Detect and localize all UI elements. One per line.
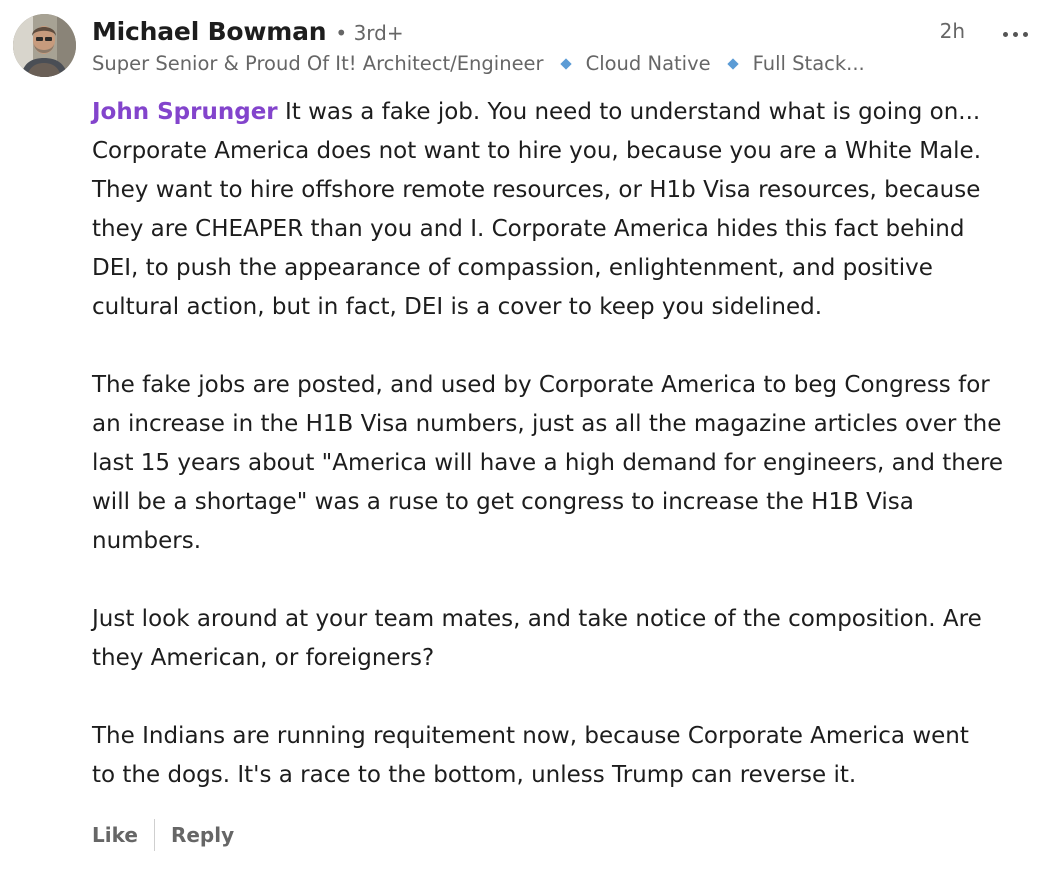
comment-line: last 15 years about "America will have a… (92, 450, 1004, 476)
comment-actions: Like Reply (92, 818, 234, 852)
comment-line: cultural action, but in fact, DEI is a c… (92, 294, 823, 320)
more-options-button[interactable] (991, 17, 1039, 51)
ellipsis-dot (1022, 31, 1028, 37)
comment-paragraph: Just look around at your team mates, and… (92, 600, 1042, 678)
comment-line: The Indians are running requitement now,… (92, 723, 969, 749)
headline-part: Cloud Native (585, 52, 711, 75)
diamond-separator-icon (559, 57, 572, 70)
comment-line: John Sprunger It was a fake job. You nee… (92, 93, 1042, 132)
comment-header: Michael Bowman • 3rd+ 2h Super Senior & … (92, 17, 1039, 81)
comment-paragraph: The fake jobs are posted, and used by Co… (92, 366, 1042, 561)
connection-degree: • 3rd+ (335, 21, 404, 45)
comment-body: John Sprunger It was a fake job. You nee… (92, 93, 1042, 795)
reply-button[interactable]: Reply (171, 823, 234, 847)
like-button[interactable]: Like (92, 823, 138, 847)
comment-line: will be a shortage" was a ruse to get co… (92, 489, 914, 515)
comment-line: to the dogs. It's a race to the bottom, … (92, 762, 857, 788)
comment-line: They want to hire offshore remote resour… (92, 177, 981, 203)
comment-timestamp: 2h (939, 19, 965, 43)
ellipsis-icon (1002, 31, 1008, 37)
action-divider (153, 819, 155, 851)
comment-line: numbers. (92, 528, 202, 554)
comment-item: Michael Bowman • 3rd+ 2h Super Senior & … (0, 0, 1059, 876)
author-headline: Super Senior & Proud Of It! Architect/En… (92, 52, 1039, 75)
comment-paragraph: The Indians are running requitement now,… (92, 717, 1042, 795)
author-row: Michael Bowman • 3rd+ (92, 17, 1039, 46)
comment-line: an increase in the H1B Visa numbers, jus… (92, 411, 1002, 437)
avatar[interactable] (13, 14, 76, 77)
diamond-separator-icon (726, 57, 739, 70)
comment-line: they are CHEAPER than you and I. Corpora… (92, 216, 965, 242)
comment-text: It was a fake job. You need to understan… (277, 99, 981, 125)
comment-line: Just look around at your team mates, and… (92, 606, 982, 632)
mention-link[interactable]: John Sprunger (92, 99, 278, 125)
avatar-photo (13, 14, 76, 77)
headline-part: Super Senior & Proud Of It! Architect/En… (92, 52, 544, 75)
comment-line: they American, or foreigners? (92, 645, 435, 671)
comment-line: DEI, to push the appearance of compassio… (92, 255, 933, 281)
comment-line: Corporate America does not want to hire … (92, 138, 982, 164)
comment-paragraph: John Sprunger It was a fake job. You nee… (92, 93, 1042, 327)
comment-line: The fake jobs are posted, and used by Co… (92, 372, 990, 398)
author-name[interactable]: Michael Bowman (92, 17, 327, 46)
headline-part: Full Stack... (752, 52, 865, 75)
ellipsis-dot (1012, 31, 1018, 37)
